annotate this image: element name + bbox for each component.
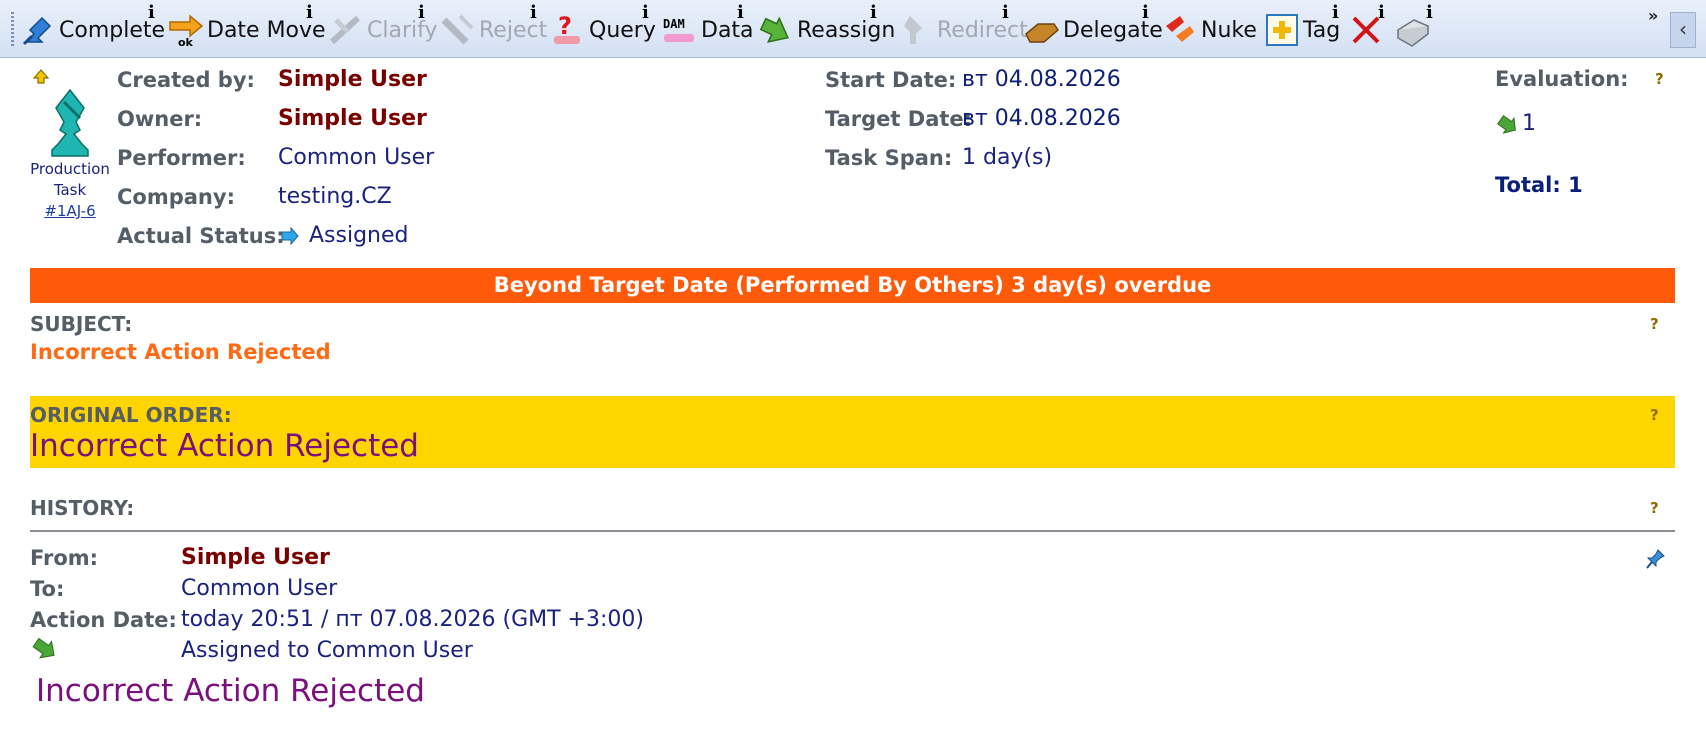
data-label: Data [701, 17, 754, 43]
history-from-label: From: [30, 546, 99, 570]
owner-value[interactable]: Simple User [278, 106, 427, 131]
owner-label: Owner: [117, 107, 203, 131]
date-move-icon: ok [168, 12, 204, 49]
history-action-text: Assigned to Common User [181, 638, 473, 663]
history-action-date-value: today 20:51 / пт 07.08.2026 (GMT +3:00) [181, 607, 644, 632]
collapse-button[interactable]: ‹ [1670, 12, 1696, 48]
history-label: HISTORY: [30, 496, 135, 520]
reassign-button[interactable]: Reassign i [758, 2, 896, 52]
date-move-button[interactable]: ok Date Move i [168, 2, 326, 52]
task-type-line2: Task [53, 181, 87, 199]
svg-text:?: ? [558, 12, 572, 40]
original-order-label: ORIGINAL ORDER: [30, 403, 232, 427]
query-icon: ? [550, 12, 586, 48]
redirect-button[interactable]: Redirect i [898, 2, 1028, 52]
status-arrow-icon [280, 226, 300, 246]
info-icon[interactable]: i [1002, 2, 1009, 23]
reject-icon [440, 12, 476, 48]
start-date-value: вт 04.08.2026 [962, 67, 1121, 92]
query-button[interactable]: ? Query i [550, 2, 656, 52]
subject-value: Incorrect Action Rejected [30, 340, 331, 364]
info-icon[interactable]: i [1332, 2, 1339, 23]
evaluation-help-icon[interactable]: ? [1655, 70, 1664, 88]
info-icon[interactable]: i [870, 2, 877, 23]
performer-label: Performer: [117, 146, 246, 170]
performer-value[interactable]: Common User [278, 145, 434, 170]
original-order-help-icon[interactable]: ? [1650, 406, 1659, 424]
company-value[interactable]: testing.CZ [278, 184, 392, 209]
nuke-label: Nuke [1201, 17, 1257, 43]
created-by-label: Created by: [117, 68, 255, 92]
pin-icon[interactable] [1646, 548, 1666, 570]
actual-status-value: Assigned [309, 223, 409, 248]
actual-status-label: Actual Status: [117, 224, 285, 248]
evaluation-total: Total: 1 [1495, 173, 1583, 197]
svg-text:ok: ok [178, 36, 194, 48]
clarify-icon [328, 12, 364, 48]
info-icon[interactable]: i [1142, 2, 1149, 23]
history-to-value[interactable]: Common User [181, 576, 337, 601]
history-help-icon[interactable]: ? [1650, 499, 1659, 517]
toolbar: Complete i ok Date Move i Clarify i Reje… [0, 0, 1706, 58]
reassign-action-icon [32, 636, 58, 662]
toolbar-overflow-icon[interactable]: » [1648, 6, 1658, 25]
redirect-icon [898, 12, 934, 48]
history-to-label: To: [30, 577, 65, 601]
info-icon[interactable]: i [642, 2, 649, 23]
created-by-value[interactable]: Simple User [278, 67, 427, 92]
toolbar-grip[interactable] [11, 12, 14, 48]
data-icon: DAM [662, 12, 698, 48]
up-arrow-icon[interactable] [32, 68, 50, 86]
info-icon[interactable]: i [148, 2, 155, 23]
task-id-link[interactable]: #1AJ-6 [22, 201, 118, 222]
info-icon[interactable]: i [1426, 2, 1433, 23]
info-icon[interactable]: i [418, 2, 425, 23]
history-message: Incorrect Action Rejected [36, 673, 425, 709]
company-label: Company: [117, 185, 235, 209]
task-type-line1: Production [30, 160, 110, 178]
subject-label: SUBJECT: [30, 312, 133, 336]
info-icon[interactable]: i [306, 2, 313, 23]
start-date-label: Start Date: [825, 68, 957, 92]
task-type-label: Production Task #1AJ-6 [22, 159, 118, 222]
target-date-value: вт 04.08.2026 [962, 106, 1121, 131]
evaluation-label: Evaluation: [1495, 67, 1629, 91]
target-date-label: Target Date: [825, 107, 973, 131]
info-icon[interactable]: i [530, 2, 537, 23]
tag-icon [1264, 12, 1300, 48]
evaluation-arrow-icon [1497, 114, 1519, 136]
task-span-value: 1 day(s) [962, 145, 1053, 170]
history-action-date-label: Action Date: [30, 608, 177, 632]
clarify-label: Clarify [367, 17, 438, 43]
tag-button[interactable]: Tag i [1264, 2, 1340, 52]
reassign-label: Reassign [797, 17, 896, 43]
history-divider [30, 530, 1675, 532]
evaluation-value: 1 [1522, 111, 1536, 136]
delegate-icon [1024, 12, 1060, 48]
nuke-button[interactable]: Nuke [1162, 8, 1257, 52]
redirect-label: Redirect [937, 17, 1028, 43]
task-span-label: Task Span: [825, 146, 953, 170]
delete-button[interactable]: i [1348, 2, 1387, 52]
complete-icon [20, 12, 56, 48]
reassign-icon [758, 12, 794, 48]
original-order-value: Incorrect Action Rejected [30, 428, 419, 464]
history-from-value[interactable]: Simple User [181, 545, 330, 570]
print-icon [1394, 12, 1430, 48]
complete-button[interactable]: Complete i [20, 2, 165, 52]
info-icon[interactable]: i [737, 2, 744, 23]
delegate-button[interactable]: Delegate i [1024, 2, 1163, 52]
subject-help-icon[interactable]: ? [1650, 315, 1659, 333]
info-icon[interactable]: i [1378, 2, 1385, 23]
reject-button[interactable]: Reject i [440, 2, 547, 52]
clarify-button[interactable]: Clarify i [328, 2, 438, 52]
data-icon-text: DAM [663, 17, 685, 31]
data-button[interactable]: DAM Data i [662, 2, 754, 52]
production-task-icon [40, 88, 100, 158]
nuke-icon [1162, 12, 1198, 48]
overdue-banner: Beyond Target Date (Performed By Others)… [30, 268, 1675, 303]
print-button[interactable]: i [1394, 2, 1433, 52]
